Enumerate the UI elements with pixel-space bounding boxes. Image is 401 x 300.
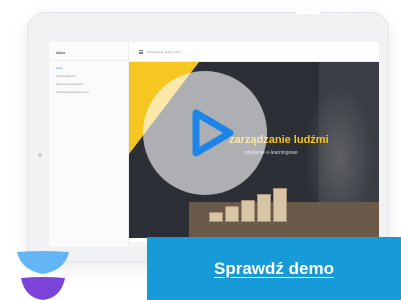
- play-button[interactable]: [143, 71, 267, 195]
- hamburger-icon[interactable]: [139, 50, 143, 54]
- sidebar-item-materials[interactable]: Materiały końcowe kursu: [56, 90, 89, 94]
- demo-button[interactable]: Sprawdź demo: [147, 237, 401, 300]
- decorative-frame: [296, 0, 320, 14]
- sidebar-item-motivation[interactable]: Motywacja zespołów: [56, 82, 84, 86]
- course-sidebar: Inbox Start Wprowadzenie Motywacja zespo…: [49, 42, 129, 247]
- home-button: [38, 153, 42, 157]
- play-icon: [192, 109, 234, 157]
- sidebar-item-start[interactable]: Start: [56, 66, 62, 70]
- app-topbar: zarzadzanie_ludzmi_kurs: [129, 42, 379, 62]
- demo-button-label: Sprawdź demo: [214, 258, 334, 278]
- sidebar-title: Inbox: [56, 51, 66, 55]
- sidebar-item-intro[interactable]: Wprowadzenie: [56, 74, 76, 78]
- course-breadcrumb: zarzadzanie_ludzmi_kurs: [147, 50, 181, 54]
- brand-logo: [17, 251, 69, 300]
- divider: [49, 60, 129, 61]
- decorative-frame: [327, 0, 351, 12]
- stage: Inbox Start Wprowadzenie Motywacja zespo…: [0, 0, 401, 300]
